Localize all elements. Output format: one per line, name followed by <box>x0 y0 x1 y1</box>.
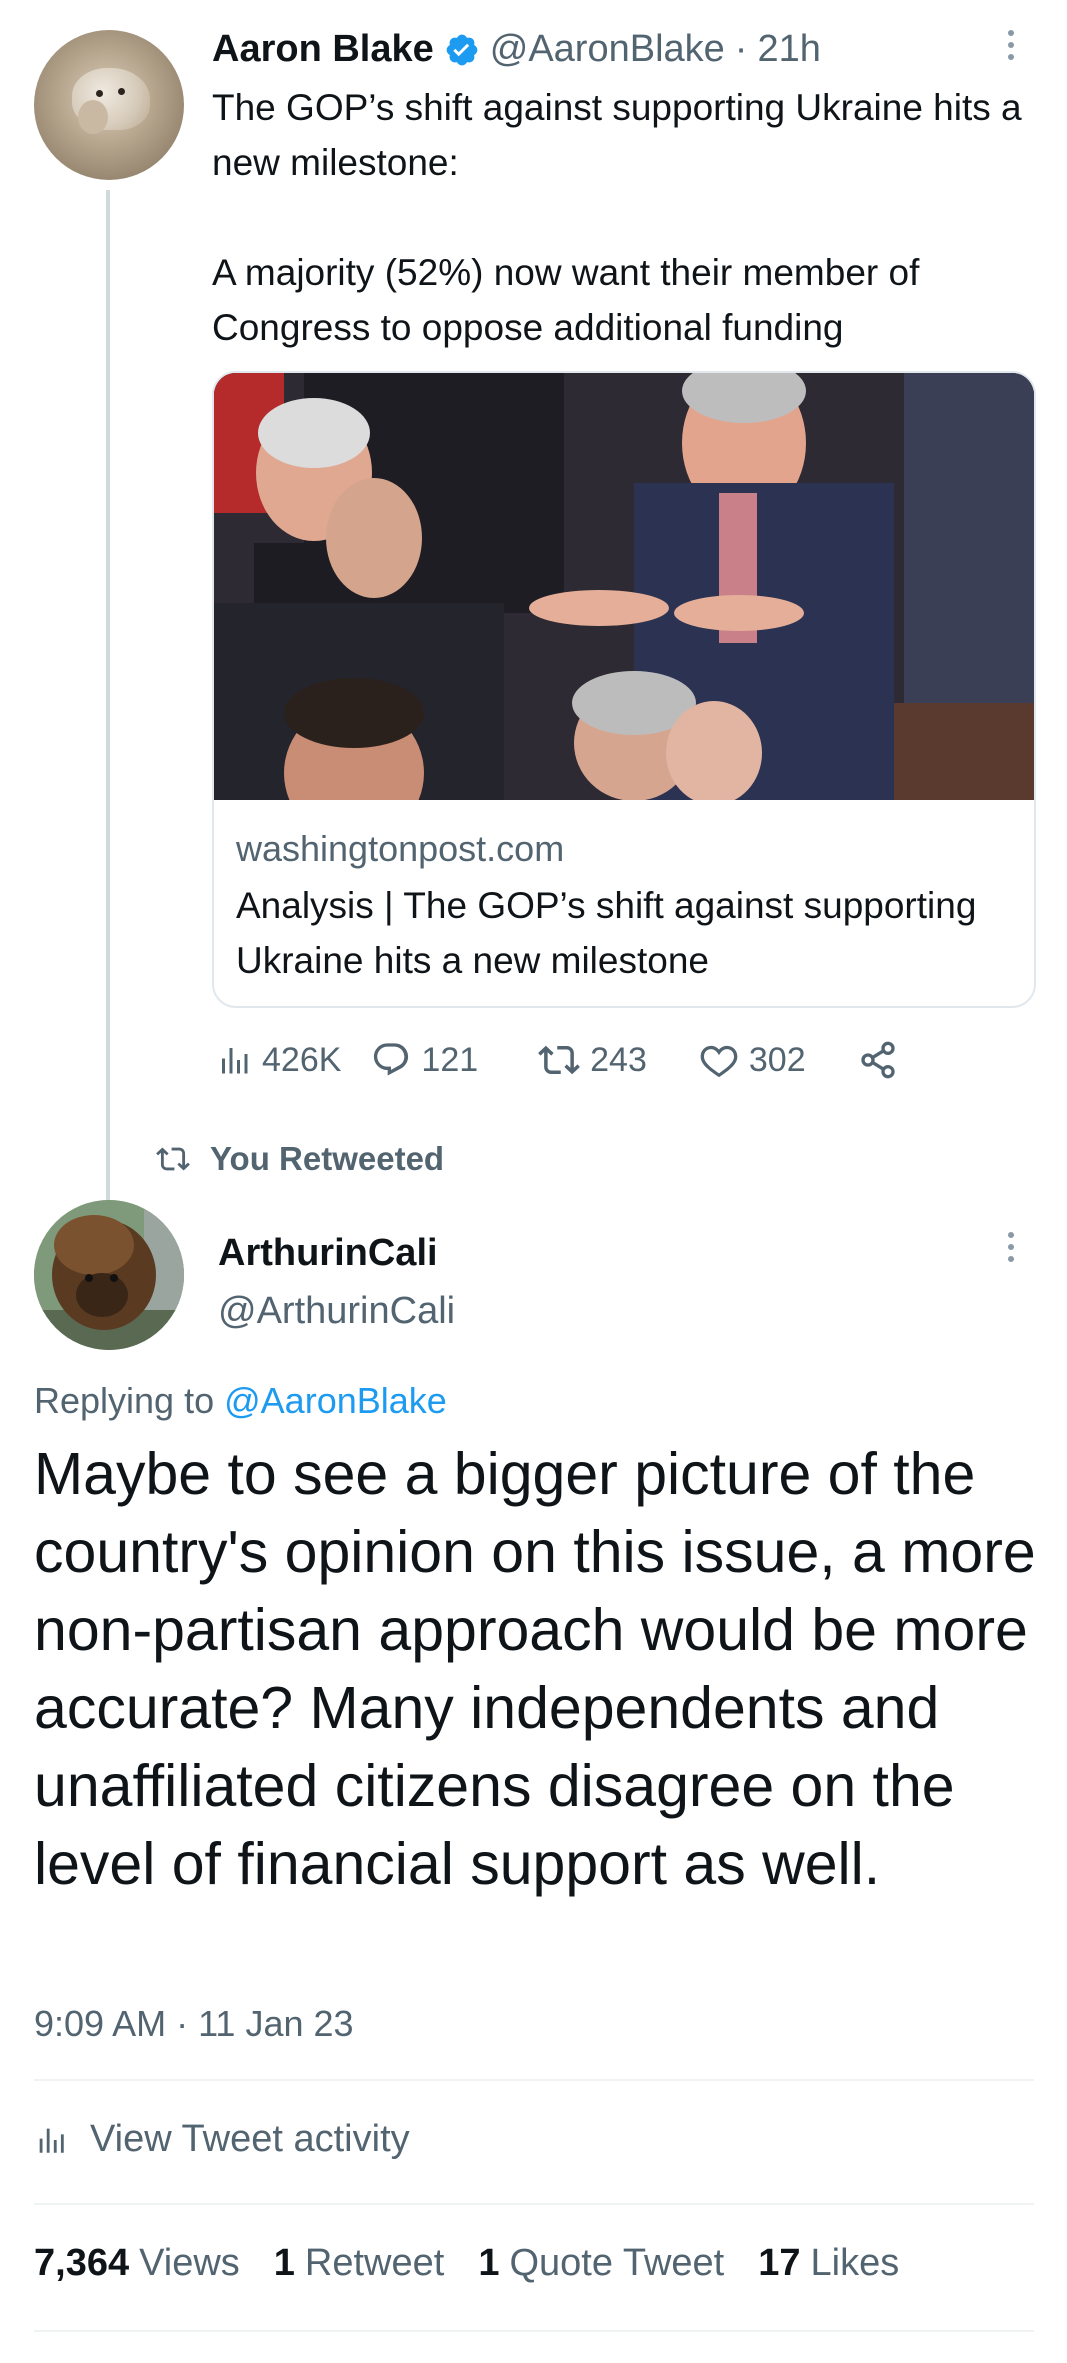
views-count: 426K <box>262 1040 342 1079</box>
thread-connector-line <box>106 190 110 1200</box>
tweet-actions: 426K 121 243 302 <box>216 1035 898 1085</box>
quote-tweets-stat[interactable]: 1 Quote Tweet <box>478 2242 724 2285</box>
views-stat[interactable]: 7,364 Views <box>34 2242 240 2285</box>
tweet-time[interactable]: 21h <box>757 28 820 71</box>
dot-separator: · <box>734 28 748 70</box>
more-options-icon[interactable] <box>1001 1232 1021 1262</box>
retweets-stat[interactable]: 1 Retweet <box>274 2242 445 2285</box>
reply-author-handle[interactable]: @ArthurinCali <box>218 1290 455 1332</box>
likes-stat[interactable]: 17 Likes <box>758 2242 899 2285</box>
link-card[interactable]: washingtonpost.com Analysis | The GOP’s … <box>212 371 1036 1008</box>
more-options-icon[interactable] <box>1001 30 1021 60</box>
tweet-stats: 7,364 Views 1 Retweet 1 Quote Tweet 17 Likes <box>34 2242 899 2285</box>
view-tweet-activity[interactable]: View Tweet activity <box>34 2118 410 2161</box>
retweet-banner-label[interactable]: You Retweeted <box>210 1140 444 1178</box>
reply-count: 121 <box>421 1040 479 1079</box>
card-title: Analysis | The GOP’s shift against suppo… <box>236 885 977 981</box>
divider <box>34 2079 1034 2081</box>
views-action[interactable]: 426K <box>216 1041 341 1080</box>
share-icon <box>860 1041 895 1079</box>
views-icon <box>222 1048 248 1074</box>
retweet-icon <box>156 1147 190 1171</box>
replying-to-link[interactable]: @AaronBlake <box>224 1380 447 1421</box>
retweet-action[interactable]: 243 <box>538 1039 647 1081</box>
divider <box>34 2203 1034 2205</box>
replying-prefix: Replying to <box>34 1380 215 1421</box>
reply-action[interactable]: 121 <box>371 1040 478 1080</box>
author-avatar[interactable] <box>34 30 184 180</box>
reply-icon <box>374 1043 409 1076</box>
bison-photo <box>34 1200 184 1350</box>
share-action[interactable] <box>858 1040 898 1080</box>
like-count: 302 <box>748 1040 806 1079</box>
retweet-icon <box>538 1045 581 1075</box>
tweet-header: Aaron Blake @AaronBlake · 21h <box>212 28 821 71</box>
verified-badge-icon <box>446 34 478 65</box>
retweet-count: 243 <box>590 1040 647 1079</box>
card-domain: washingtonpost.com <box>236 828 565 869</box>
replying-to: Replying to @AaronBlake <box>34 1380 447 1422</box>
tweet-text: The GOP’s shift against supporting Ukrai… <box>212 87 1022 348</box>
author-handle[interactable]: @AaronBlake <box>490 28 725 71</box>
divider <box>34 2330 1034 2332</box>
author-name[interactable]: Aaron Blake <box>212 28 434 71</box>
reply-tweet-text: Maybe to see a bigger picture of the cou… <box>34 1441 1053 1897</box>
retweet-banner: You Retweeted <box>156 1140 444 1178</box>
like-action[interactable]: 302 <box>699 1040 806 1080</box>
reply-author-avatar[interactable] <box>34 1200 184 1350</box>
article-photo <box>214 373 1034 800</box>
analytics-icon <box>39 2128 64 2153</box>
heart-icon <box>700 1045 738 1078</box>
reply-author-name[interactable]: ArthurinCali <box>218 1232 438 1274</box>
view-tweet-activity-label: View Tweet activity <box>90 2118 410 2160</box>
tweet-timestamp[interactable]: 9:09 AM · 11 Jan 23 <box>34 2003 354 2045</box>
